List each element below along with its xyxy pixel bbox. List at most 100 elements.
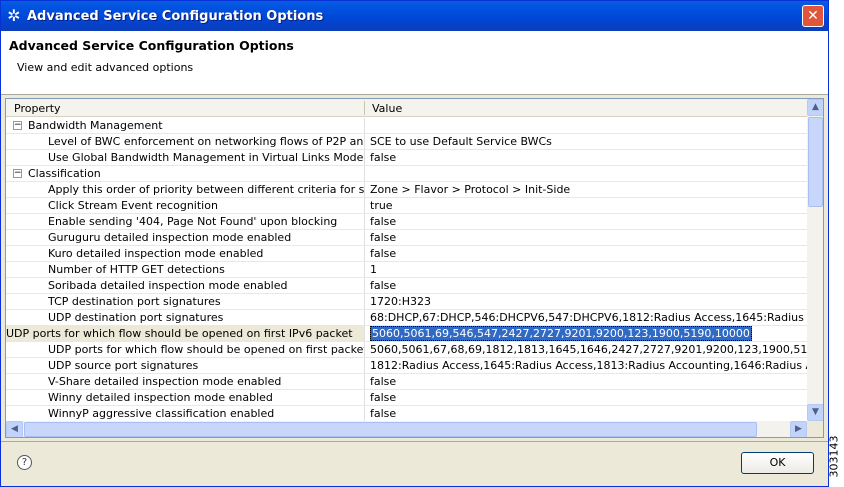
value-text: false xyxy=(370,391,397,404)
property-label: Apply this order of priority between dif… xyxy=(48,183,365,196)
value-cell[interactable]: 1812:Radius Access,1645:Radius Access,18… xyxy=(366,358,807,373)
value-cell[interactable]: false xyxy=(366,246,807,261)
property-cell: WinnyP aggressive classification enabled xyxy=(6,406,365,421)
property-label: WinnyP aggressive classification enabled xyxy=(48,407,275,420)
property-table: Property Value − Bandwidth Management Leve… xyxy=(5,98,824,438)
value-cell[interactable]: Zone > Flavor > Protocol > Init-Side xyxy=(366,182,807,197)
table-row[interactable]: Apply this order of priority between dif… xyxy=(6,182,807,198)
scroll-down-button[interactable]: ▼ xyxy=(807,404,823,421)
figure-number: 303143 xyxy=(827,432,844,482)
table-row[interactable]: Kuro detailed inspection mode enabled fal… xyxy=(6,246,807,262)
collapse-icon[interactable]: − xyxy=(13,169,22,178)
property-cell: UDP ports for which flow should be opene… xyxy=(6,326,365,341)
property-label: Winny detailed inspection mode enabled xyxy=(48,391,273,404)
table-row[interactable]: UDP ports for which flow should be opene… xyxy=(6,342,807,358)
property-cell: Apply this order of priority between dif… xyxy=(6,182,365,197)
category-row[interactable]: − Bandwidth Management xyxy=(6,118,807,134)
table-row[interactable]: V-Share detailed inspection mode enabled… xyxy=(6,374,807,390)
scroll-right-button[interactable]: ▶ xyxy=(790,421,807,437)
value-cell[interactable]: false xyxy=(366,214,807,229)
table-row[interactable]: Level of BWC enforcement on networking f… xyxy=(6,134,807,150)
footer-divider xyxy=(1,441,828,442)
value-text: Zone > Flavor > Protocol > Init-Side xyxy=(370,183,571,196)
table-row[interactable]: Click Stream Event recognition true xyxy=(6,198,807,214)
value-cell[interactable]: 1 xyxy=(366,262,807,277)
value-text: 68:DHCP,67:DHCP,546:DHCPV6,547:DHCPV6,18… xyxy=(370,311,807,324)
property-label: Number of HTTP GET detections xyxy=(48,263,225,276)
value-text: false xyxy=(370,279,397,292)
table-row[interactable]: UDP destination port signatures 68:DHCP,6… xyxy=(6,310,807,326)
property-label: Click Stream Event recognition xyxy=(48,199,218,212)
close-button[interactable]: ✕ xyxy=(802,5,824,27)
value-cell[interactable]: false xyxy=(366,278,807,293)
scroll-left-button[interactable]: ◀ xyxy=(6,421,23,437)
table-row[interactable]: Winny detailed inspection mode enabled fa… xyxy=(6,390,807,406)
vertical-scroll-thumb[interactable] xyxy=(808,117,823,207)
app-logo-icon: ✲ xyxy=(7,6,21,25)
property-cell: UDP ports for which flow should be opene… xyxy=(6,342,365,357)
collapse-icon[interactable]: − xyxy=(13,121,22,130)
value-cell[interactable]: false xyxy=(366,230,807,245)
ok-button[interactable]: OK xyxy=(741,452,814,474)
property-label: Enable sending '404, Page Not Found' upo… xyxy=(48,215,338,228)
table-row[interactable]: UDP source port signatures 1812:Radius Ac… xyxy=(6,358,807,374)
value-text: SCE to use Default Service BWCs xyxy=(370,135,552,148)
property-cell: TCP destination port signatures xyxy=(6,294,365,309)
table-row[interactable]: Guruguru detailed inspection mode enable… xyxy=(6,230,807,246)
property-cell: Guruguru detailed inspection mode enable… xyxy=(6,230,365,245)
property-label: Guruguru detailed inspection mode enable… xyxy=(48,231,292,244)
property-cell: − Classification xyxy=(6,166,365,181)
value-cell[interactable]: false xyxy=(366,150,807,165)
window-title: Advanced Service Configuration Options xyxy=(27,9,324,24)
table-row[interactable]: WinnyP aggressive classification enabled… xyxy=(6,406,807,421)
value-cell[interactable]: 68:DHCP,67:DHCP,546:DHCPV6,547:DHCPV6,18… xyxy=(366,310,807,325)
value-cell[interactable]: 1720:H323 xyxy=(366,294,807,309)
value-text: 1812:Radius Access,1645:Radius Access,18… xyxy=(370,359,807,372)
value-cell[interactable]: true xyxy=(366,198,807,213)
value-edit-field[interactable]: 5060,5061,69,546,547,2427,2727,9201,9200… xyxy=(370,326,752,341)
value-cell[interactable]: 5060,5061,69,546,547,2427,2727,9201,9200… xyxy=(366,326,807,341)
value-cell xyxy=(366,166,807,181)
value-text: 5060,5061,67,68,69,1812,1813,1645,1646,2… xyxy=(370,343,807,356)
table-row[interactable]: Use Global Bandwidth Management in Virtu… xyxy=(6,150,807,166)
property-cell: Kuro detailed inspection mode enabled xyxy=(6,246,365,261)
table-row[interactable]: TCP destination port signatures 1720:H323 xyxy=(6,294,807,310)
header-subtitle: View and edit advanced options xyxy=(17,61,194,74)
table-row[interactable]: Enable sending '404, Page Not Found' upo… xyxy=(6,214,807,230)
property-cell: − Bandwidth Management xyxy=(6,118,365,133)
property-cell: V-Share detailed inspection mode enabled xyxy=(6,374,365,389)
table-row[interactable]: Soribada detailed inspection mode enable… xyxy=(6,278,807,294)
figure-number-text: 303143 xyxy=(827,435,841,478)
property-label: UDP source port signatures xyxy=(48,359,199,372)
property-label: Soribada detailed inspection mode enable… xyxy=(48,279,288,292)
help-icon[interactable]: ? xyxy=(17,455,32,470)
dialog-header: Advanced Service Configuration Options V… xyxy=(1,31,828,95)
horizontal-scrollbar[interactable]: ◀ ▶ xyxy=(6,421,807,437)
column-header-value[interactable]: Value xyxy=(372,102,402,115)
table-row[interactable]: UDP ports for which flow should be opene… xyxy=(6,326,807,342)
title-bar[interactable]: ✲ Advanced Service Configuration Options… xyxy=(1,1,828,31)
column-header: Property Value xyxy=(6,99,807,117)
category-row[interactable]: − Classification xyxy=(6,166,807,182)
property-cell: Enable sending '404, Page Not Found' upo… xyxy=(6,214,365,229)
property-cell: Soribada detailed inspection mode enable… xyxy=(6,278,365,293)
table-row[interactable]: Number of HTTP GET detections 1 xyxy=(6,262,807,278)
horizontal-scroll-thumb[interactable] xyxy=(24,422,757,437)
property-label: Use Global Bandwidth Management in Virtu… xyxy=(48,151,364,164)
value-text: false xyxy=(370,151,397,164)
value-cell[interactable]: false xyxy=(366,374,807,389)
value-text: false xyxy=(370,247,397,260)
property-cell: Level of BWC enforcement on networking f… xyxy=(6,134,365,149)
header-title: Advanced Service Configuration Options xyxy=(9,38,294,53)
value-cell[interactable]: false xyxy=(366,390,807,405)
column-resize-handle[interactable] xyxy=(364,101,365,115)
scroll-up-button[interactable]: ▲ xyxy=(807,99,823,116)
value-cell[interactable]: SCE to use Default Service BWCs xyxy=(366,134,807,149)
value-cell[interactable]: 5060,5061,67,68,69,1812,1813,1645,1646,2… xyxy=(366,342,807,357)
property-label: Bandwidth Management xyxy=(28,119,163,132)
value-cell[interactable]: false xyxy=(366,406,807,421)
value-text: false xyxy=(370,407,397,420)
vertical-scrollbar[interactable]: ▲ ▼ xyxy=(807,99,823,421)
value-text: false xyxy=(370,231,397,244)
column-header-property[interactable]: Property xyxy=(14,102,61,115)
